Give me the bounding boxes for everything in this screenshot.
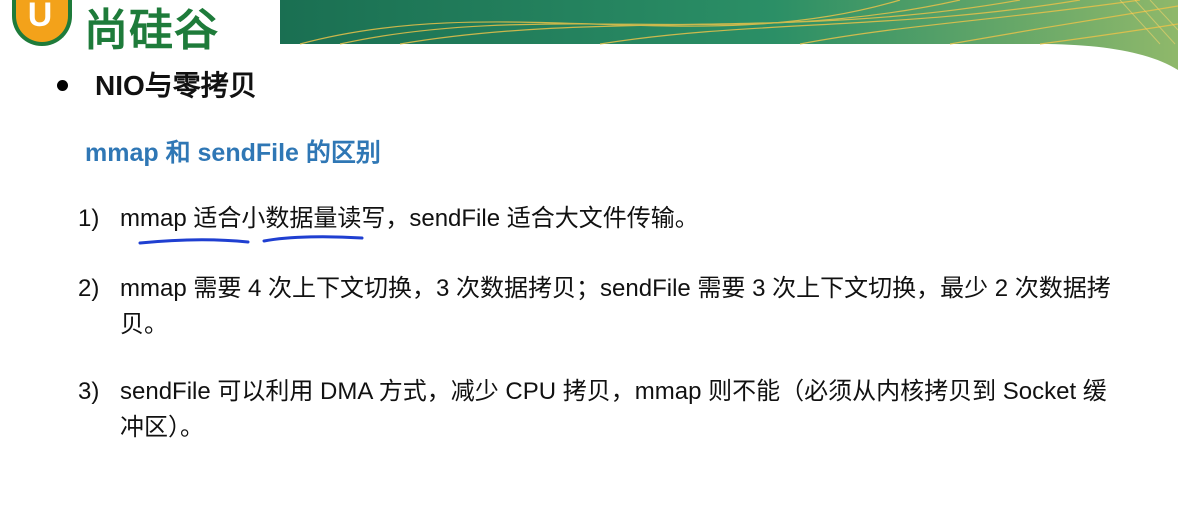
- list-item: 1) mmap 适合小数据量读写，sendFile 适合大文件传输。: [78, 201, 1138, 241]
- list-item: 2) mmap 需要 4 次上下文切换，3 次数据拷贝；sendFile 需要 …: [78, 271, 1138, 345]
- logo-u-glyph: U: [27, 0, 53, 34]
- list-item-text: sendFile 可以利用 DMA 方式，减少 CPU 拷贝，mmap 则不能（…: [120, 378, 1107, 441]
- list-item-number: 1): [78, 205, 100, 232]
- page-title: NIO与零拷贝: [95, 70, 257, 101]
- logo: U 尚硅谷: [0, 0, 300, 56]
- bullet-icon: [57, 80, 68, 91]
- list-item-number: 2): [78, 275, 100, 302]
- logo-text: 尚硅谷: [84, 5, 219, 56]
- list-item: 3) sendFile 可以利用 DMA 方式，减少 CPU 拷贝，mmap 则…: [78, 374, 1138, 448]
- list-item-text: mmap 适合小数据量读写，sendFile 适合大文件传输。: [120, 205, 699, 232]
- section-subtitle: mmap 和 sendFile 的区别: [85, 139, 381, 167]
- list-item-text: mmap 需要 4 次上下文切换，3 次数据拷贝；sendFile 需要 3 次…: [120, 275, 1111, 338]
- list-item-number: 3): [78, 378, 100, 405]
- header-banner: U 尚硅谷: [0, 0, 1178, 70]
